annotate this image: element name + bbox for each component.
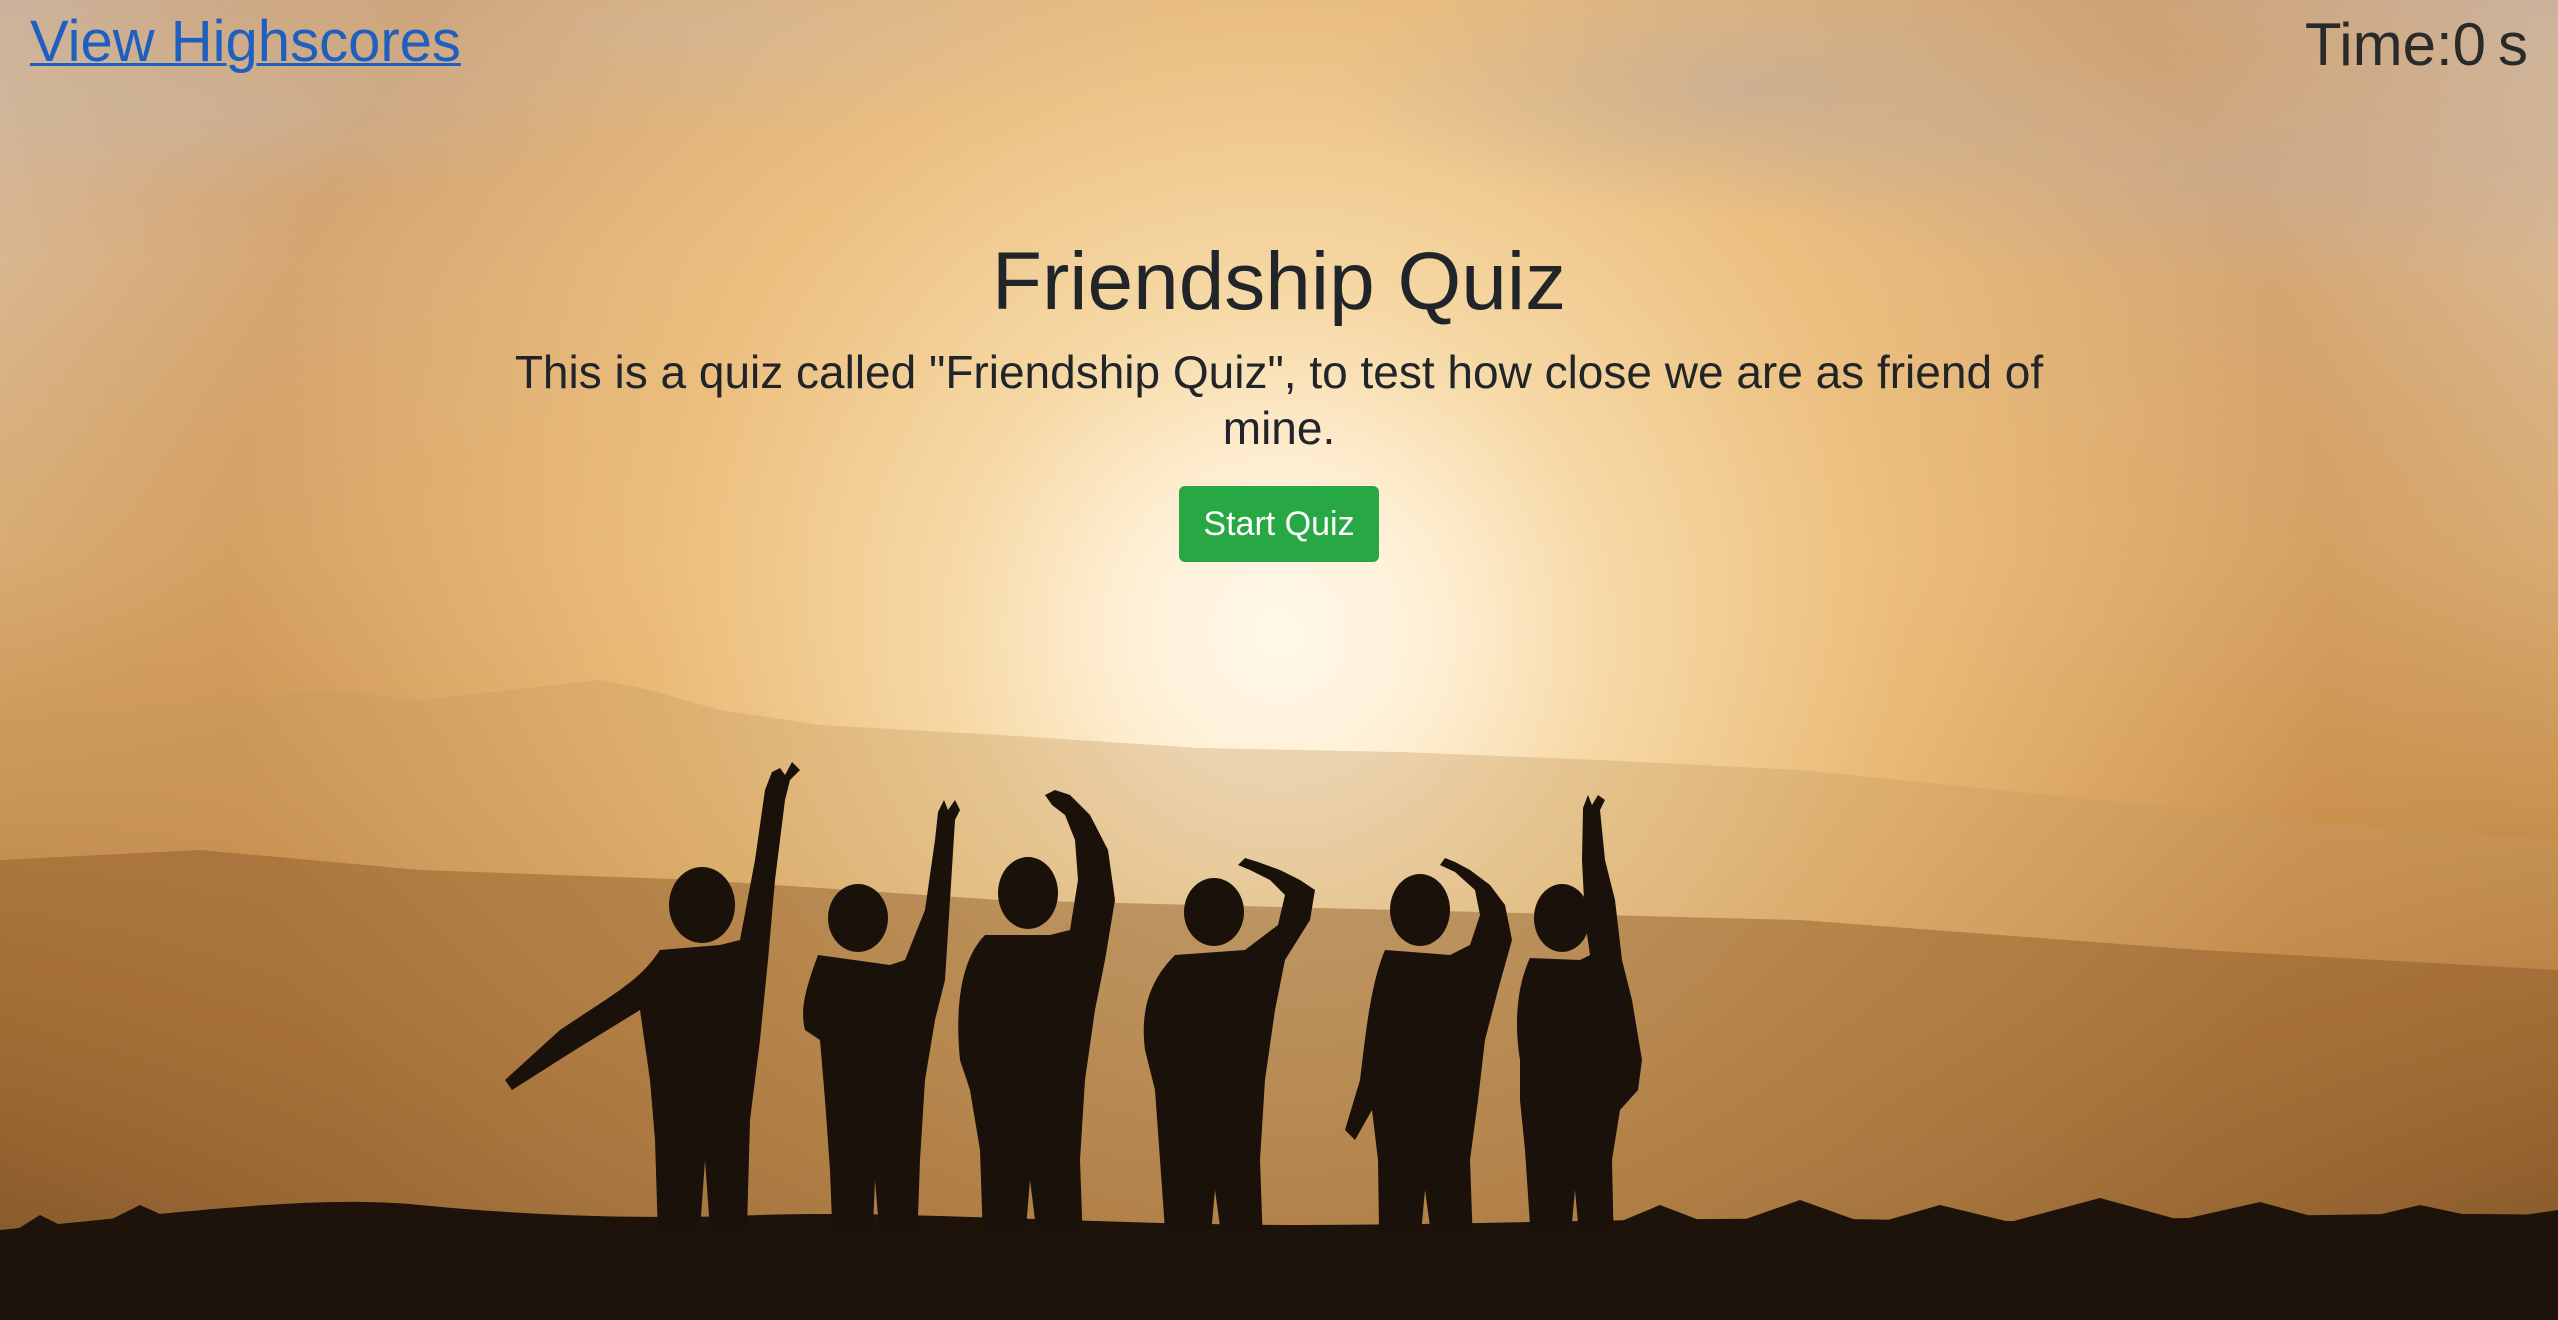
friends-silhouette-scene: [0, 680, 2558, 1320]
timer: Time:0 s: [2305, 10, 2528, 79]
timer-value: 0: [2452, 11, 2486, 78]
view-highscores-link[interactable]: View Highscores: [30, 8, 461, 75]
quiz-description: This is a quiz called "Friendship Quiz",…: [514, 346, 2044, 454]
timer-unit: s: [2498, 11, 2528, 78]
quiz-intro: Friendship Quiz This is a quiz called "F…: [0, 232, 2558, 562]
start-quiz-button[interactable]: Start Quiz: [1179, 486, 1379, 562]
page-title: Friendship Quiz: [991, 236, 1567, 327]
timer-label: Time:: [2304, 11, 2453, 78]
